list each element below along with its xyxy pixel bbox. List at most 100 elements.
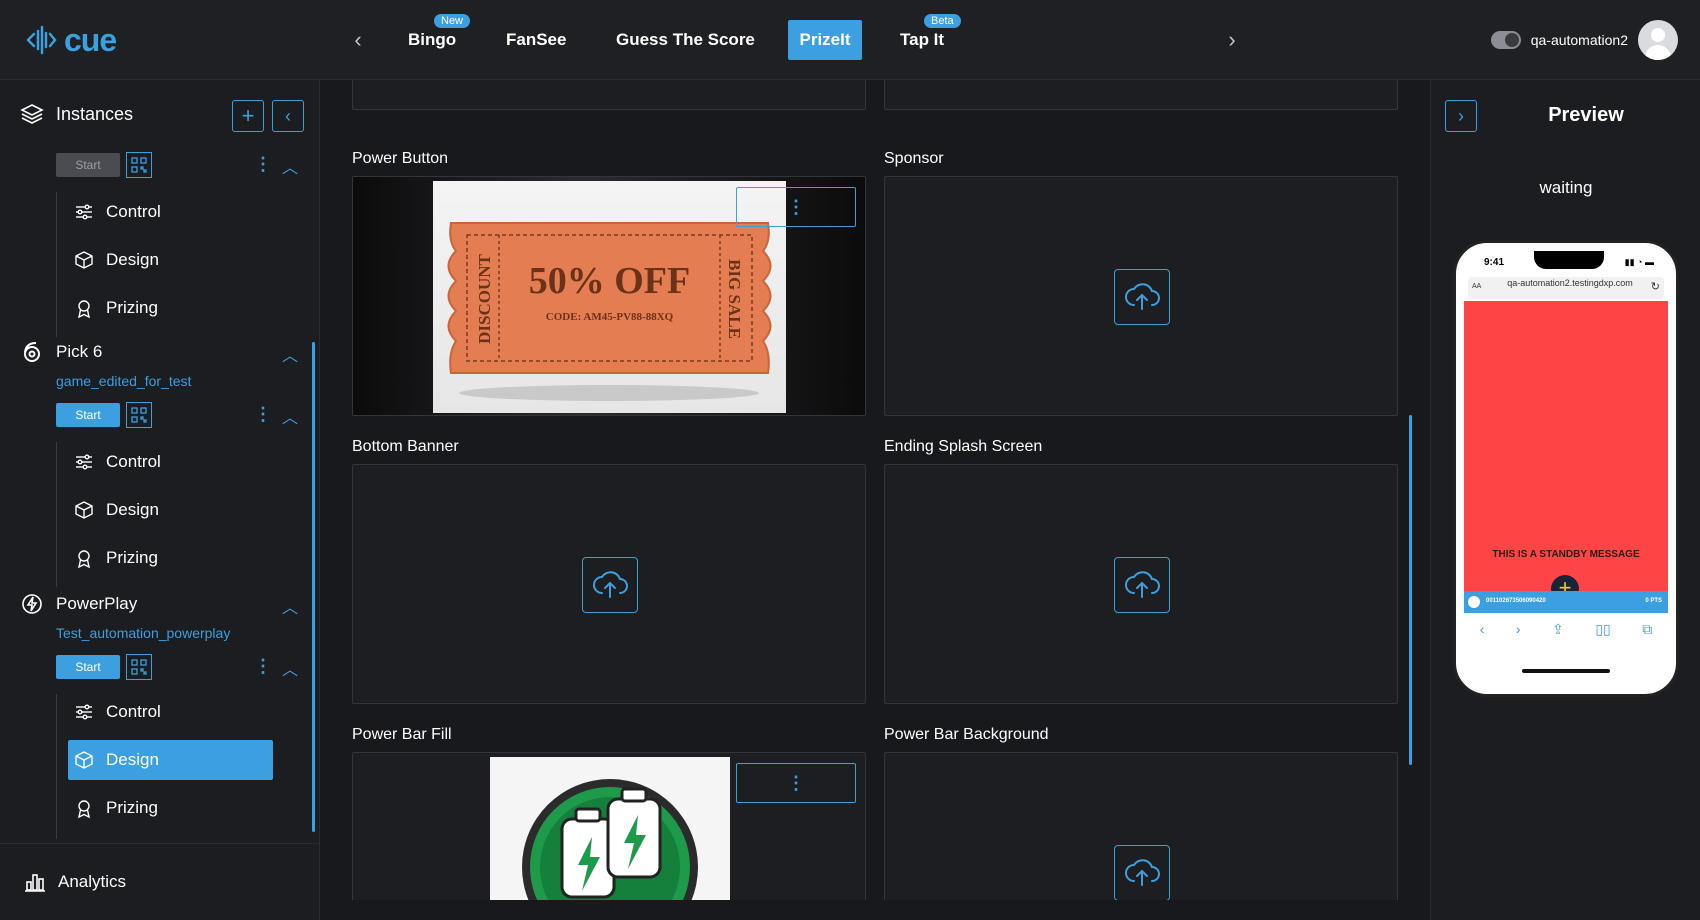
instance-controls: Start: [56, 654, 152, 680]
image-slot-ending-splash[interactable]: [884, 464, 1398, 704]
sidebar-item-design[interactable]: Design: [68, 490, 273, 530]
sliders-icon: [76, 204, 92, 220]
expand-preview-button[interactable]: ›: [1445, 100, 1477, 132]
game-header-powerplay[interactable]: PowerPlay: [20, 592, 137, 616]
status-icons: ▮▮ ◔ ▬: [1624, 257, 1654, 267]
chevron-up-icon[interactable]: ︿: [282, 594, 298, 618]
game-header-pick6[interactable]: Pick 6: [20, 340, 102, 364]
analytics-label: Analytics: [58, 872, 127, 891]
sidebar-item-design[interactable]: Design: [68, 240, 273, 280]
back-icon[interactable]: ‹: [1480, 621, 1485, 637]
tab-tap-it[interactable]: Tap It Beta: [886, 14, 961, 60]
sidebar-item-prizing[interactable]: Prizing: [68, 788, 273, 828]
sidebar-item-label: Control: [106, 202, 161, 221]
sidebar-item-analytics[interactable]: Analytics: [0, 843, 320, 920]
chevron-up-icon[interactable]: ︿: [282, 154, 298, 178]
coupon-code: CODE: AM45-PV88-88XQ: [545, 311, 674, 323]
add-instance-button[interactable]: +: [232, 100, 264, 132]
chevron-up-icon[interactable]: ︿: [282, 404, 298, 428]
image-slot-partial[interactable]: [352, 80, 866, 110]
tree-line: [56, 694, 57, 839]
theme-toggle[interactable]: [1490, 31, 1521, 49]
image-slot-partial[interactable]: [884, 80, 1398, 110]
start-button[interactable]: Start: [56, 403, 120, 427]
sidebar-scrollbar[interactable]: [312, 342, 315, 832]
collapse-sidebar-button[interactable]: ‹: [272, 100, 304, 132]
cloud-upload-icon: [1125, 571, 1160, 598]
sidebar-item-label: Prizing: [106, 298, 158, 317]
tab-bingo[interactable]: Bingo New: [394, 14, 471, 60]
pick6-icon: [24, 342, 40, 362]
slot-label: Sponsor: [884, 150, 944, 167]
image-slot-power-bar-background[interactable]: [884, 752, 1398, 900]
upload-button[interactable]: [1114, 845, 1170, 900]
footer-id: 001102673506090420: [1486, 598, 1546, 604]
main-scrollbar[interactable]: [1409, 415, 1412, 765]
tab-prizeit[interactable]: PrizeIt: [788, 20, 862, 60]
upload-button[interactable]: [1114, 269, 1170, 325]
sliders-icon: [76, 454, 92, 470]
sidebar-item-control[interactable]: Control: [68, 192, 273, 232]
qr-icon: [131, 157, 147, 173]
image-menu-button[interactable]: ⋮: [736, 763, 856, 803]
chevron-up-icon[interactable]: ︿: [282, 656, 298, 680]
tab-label: Bingo: [408, 30, 457, 49]
image-slot-power-bar-fill[interactable]: ⋮: [352, 752, 866, 900]
start-button[interactable]: Start: [56, 153, 120, 177]
qr-code-button[interactable]: [126, 402, 152, 428]
top-bar: cue ‹ Bingo New FanSee Guess The Score P…: [0, 0, 1700, 80]
instances-header: Instances: [20, 102, 133, 126]
forward-icon[interactable]: ›: [1516, 621, 1521, 637]
beta-badge: Beta: [924, 14, 961, 28]
sidebar-item-design[interactable]: Design: [68, 740, 273, 780]
image-slot-power-button[interactable]: DISCOUNT 50% OFF CODE: AM45-PV88-88XQ BI…: [352, 176, 866, 416]
sidebar-item-label: Prizing: [106, 798, 158, 817]
instance-controls: Start: [56, 152, 152, 178]
upload-button[interactable]: [1114, 557, 1170, 613]
start-button[interactable]: Start: [56, 655, 120, 679]
game-subtitle[interactable]: game_edited_for_test: [56, 373, 191, 389]
game-standby-view: THIS IS A STANDBY MESSAGE +: [1464, 301, 1668, 603]
cue-logo[interactable]: cue: [22, 20, 117, 60]
nav-next-arrow[interactable]: ›: [1218, 26, 1246, 54]
qr-code-button[interactable]: [126, 152, 152, 178]
instances-title: Instances: [56, 103, 134, 124]
sidebar-item-label: Control: [106, 452, 161, 471]
kebab-menu-icon[interactable]: ⋮: [254, 657, 272, 675]
cloud-upload-icon: [1125, 859, 1160, 886]
image-slot-bottom-banner[interactable]: [352, 464, 866, 704]
qr-icon: [131, 659, 147, 675]
bookmarks-icon[interactable]: ▯▯: [1595, 621, 1610, 638]
sidebar-item-prizing[interactable]: Prizing: [68, 538, 273, 578]
slot-label: Power Bar Background: [884, 726, 1049, 743]
nav-prev-arrow[interactable]: ‹: [344, 26, 372, 54]
kebab-menu-icon[interactable]: ⋮: [254, 155, 272, 173]
sidebar-item-control[interactable]: Control: [68, 692, 273, 732]
logo-text: cue: [64, 21, 117, 58]
phone-mockup: 9:41 ▮▮ ◔ ▬ AA qa-automation2.testingdxp…: [1453, 240, 1679, 697]
image-menu-button[interactable]: ⋮: [736, 187, 856, 227]
sidebar-item-prizing[interactable]: Prizing: [68, 288, 273, 328]
text-size-button[interactable]: AA: [1472, 283, 1481, 290]
game-name: Pick 6: [56, 342, 103, 361]
game-subtitle[interactable]: Test_automation_powerplay: [56, 625, 230, 641]
upload-button[interactable]: [582, 557, 638, 613]
preview-panel: › Preview waiting 9:41 ▮▮ ◔ ▬ AA qa-auto…: [1430, 80, 1700, 920]
slot-label: Power Bar Fill: [352, 726, 452, 743]
sidebar-item-control[interactable]: Control: [68, 442, 273, 482]
image-slot-sponsor[interactable]: [884, 176, 1398, 416]
chevron-up-icon[interactable]: ︿: [282, 342, 298, 366]
browser-url-bar[interactable]: AA qa-automation2.testingdxp.com ↻: [1468, 277, 1664, 299]
design-editor: Power Button DISCOUNT 50% OFF CODE: AM45…: [340, 80, 1400, 900]
slot-label: Power Button: [352, 150, 449, 167]
qr-code-button[interactable]: [126, 654, 152, 680]
tabs-icon[interactable]: ⧉: [1642, 621, 1652, 638]
share-icon[interactable]: ⇪: [1552, 621, 1564, 638]
reload-icon[interactable]: ↻: [1651, 280, 1660, 293]
avatar[interactable]: [1638, 20, 1678, 60]
game-name: PowerPlay: [56, 594, 138, 613]
tab-fansee[interactable]: FanSee: [492, 20, 580, 60]
tab-guess-the-score[interactable]: Guess The Score: [602, 20, 769, 60]
footer-points: 0 PTS: [1645, 598, 1662, 604]
kebab-menu-icon[interactable]: ⋮: [254, 405, 272, 423]
